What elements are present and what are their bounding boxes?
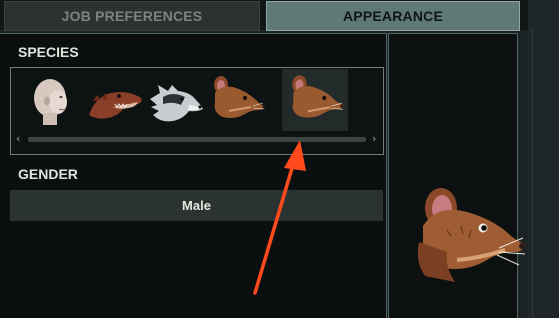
lizard-icon bbox=[89, 92, 142, 119]
tab-appearance[interactable]: APPEARANCE bbox=[266, 1, 520, 31]
rat-icon bbox=[292, 75, 344, 118]
gender-selector[interactable]: Male bbox=[10, 190, 383, 221]
species-option-wolf[interactable] bbox=[145, 71, 207, 131]
species-option-human[interactable] bbox=[21, 71, 83, 131]
species-scrollbar-thumb[interactable] bbox=[28, 137, 366, 142]
character-preview bbox=[401, 180, 527, 284]
tab-job-preferences[interactable]: JOB PREFERENCES bbox=[4, 1, 260, 31]
species-heading: SPECIES bbox=[18, 44, 79, 60]
rat-preview-icon bbox=[417, 188, 526, 282]
gender-heading: GENDER bbox=[18, 166, 78, 182]
scroll-left-arrow[interactable]: ‹ bbox=[16, 132, 20, 145]
rat-icon bbox=[214, 76, 266, 118]
appearance-options-panel: SPECIES ‹ › GENDER Male bbox=[0, 33, 387, 318]
species-selector: ‹ › bbox=[10, 67, 384, 155]
character-preview-panel bbox=[388, 33, 526, 318]
species-option-rat-selected[interactable] bbox=[282, 69, 348, 131]
species-scrollbar[interactable] bbox=[28, 137, 366, 142]
scroll-right-arrow[interactable]: › bbox=[372, 132, 376, 145]
side-strip bbox=[528, 0, 559, 317]
species-option-lizard[interactable] bbox=[83, 71, 145, 131]
tab-bar: JOB PREFERENCES APPEARANCE bbox=[0, 0, 559, 31]
wolf-icon bbox=[150, 85, 203, 122]
human-icon bbox=[34, 79, 67, 125]
species-option-rat[interactable] bbox=[207, 71, 269, 131]
